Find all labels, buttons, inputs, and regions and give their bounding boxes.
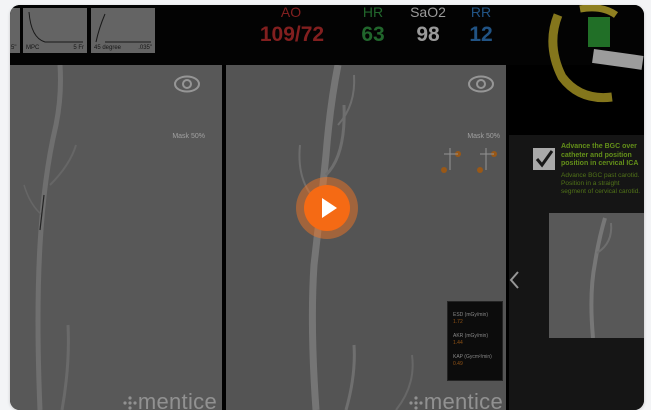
vital-rr-value: 12	[469, 23, 493, 46]
tool-thumb-2: MPC 5 Fr	[23, 8, 87, 53]
vital-sao2-label: SaO2	[410, 5, 446, 20]
vital-ao-label: AO	[280, 5, 302, 20]
vital-rr-label: RR	[470, 5, 492, 20]
metric-kap-label: KAP (Gycm²/min)	[453, 354, 492, 360]
c-arm-model-icon	[548, 5, 644, 103]
mentice-logo-left: mentice	[122, 389, 217, 410]
metric-akr-value: 1.44	[453, 340, 463, 346]
eye-icon[interactable]	[174, 75, 200, 98]
play-button[interactable]	[296, 177, 358, 239]
tool-thumb-1-label: 5"	[11, 45, 17, 51]
tool-thumb-2-right: 5 Fr	[73, 45, 84, 51]
vital-ao-value: 109/72	[259, 23, 325, 46]
metric-esd-label: ESD (mGy/min)	[453, 312, 488, 318]
checkmark-icon	[533, 148, 555, 170]
tool-thumb-2-left: MPC	[26, 45, 40, 51]
play-icon	[322, 198, 337, 218]
mentice-logo-right: mentice	[408, 389, 503, 410]
task-preview-image	[549, 213, 644, 339]
metric-kap-value: 0.49	[453, 361, 463, 367]
vital-sao2-value: 98	[416, 23, 440, 46]
metric-akr-label: AKR (mGy/min)	[453, 333, 488, 339]
vital-hr-value: 63	[361, 23, 385, 46]
task-heading: Advance the BGC over catheter and positi…	[561, 143, 639, 167]
dose-metrics-panel: ESD (mGy/min) 1.72 AKR (mGy/min) 1.44 KA…	[447, 301, 503, 381]
task-detail: Advance BGC past carotid. Position in a …	[561, 172, 641, 195]
mask-label-right: Mask 50%	[467, 133, 500, 140]
chevron-left-icon[interactable]	[507, 269, 523, 296]
play-button-core	[304, 185, 350, 231]
tool-thumb-3-right: .035"	[138, 45, 152, 51]
tool-thumb-1: 5"	[10, 8, 20, 53]
mentice-brand-right: mentice	[423, 389, 503, 410]
metric-esd-value: 1.72	[453, 319, 463, 325]
vitals-bar: 5" MPC 5 Fr 45 degree .035" AO 109/72 HR…	[10, 5, 644, 103]
mask-label-left: Mask 50%	[172, 133, 205, 140]
tool-thumb-3: 45 degree .035"	[91, 8, 155, 53]
vessel-image-left	[23, 65, 77, 410]
eye-icon[interactable]	[468, 75, 494, 98]
fluoro-pane-left[interactable]: Mask 50% mentice	[10, 65, 222, 410]
task-panel: Advance the BGC over catheter and positi…	[509, 135, 644, 410]
mentice-dots-icon	[409, 396, 423, 410]
vital-hr-label: HR	[362, 5, 384, 20]
mentice-dots-icon	[123, 396, 137, 410]
tool-thumb-3-left: 45 degree	[94, 45, 122, 51]
collimator-controls-icon[interactable]	[440, 148, 502, 178]
mentice-brand-left: mentice	[137, 389, 217, 410]
video-player[interactable]: 5" MPC 5 Fr 45 degree .035" AO 109/72 HR…	[10, 5, 644, 410]
